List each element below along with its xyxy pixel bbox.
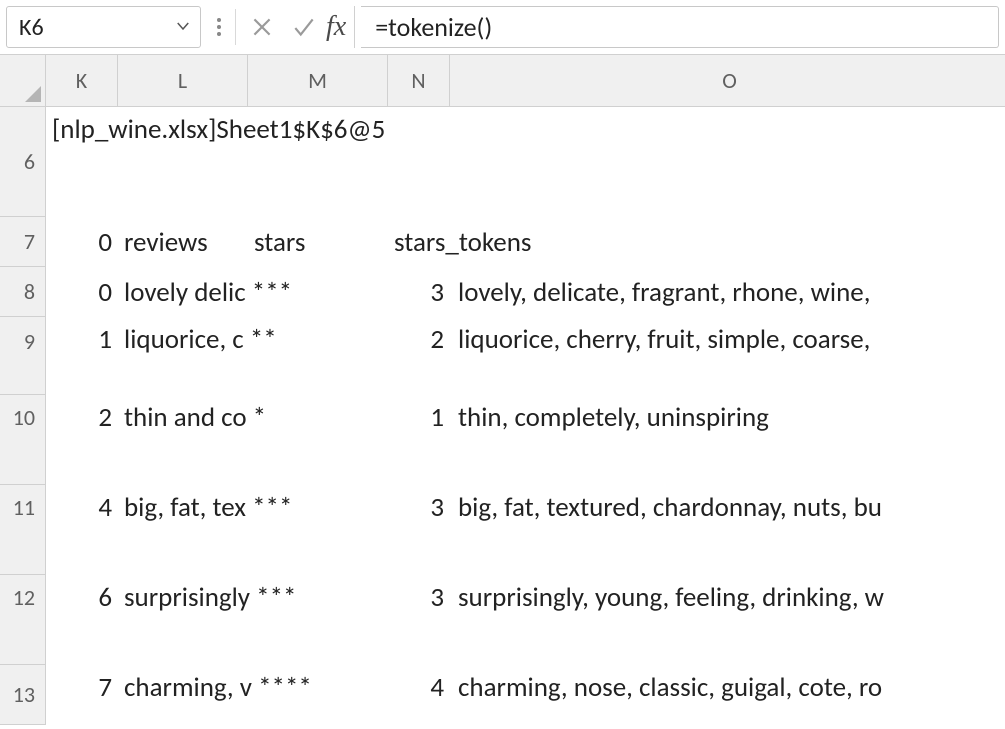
cell-O13[interactable]: charming, nose, classic, guigal, cote, r…	[450, 665, 1005, 725]
spreadsheet-grid[interactable]: K L M N O 6 [nlp_wine.xlsx]Sheet1$K$6@5 …	[0, 55, 1005, 725]
column-header-N[interactable]: N	[388, 55, 450, 107]
row-header-8[interactable]: 8	[0, 267, 46, 317]
divider	[235, 9, 236, 45]
cell-K11[interactable]: 4	[46, 485, 118, 575]
column-header-K[interactable]: K	[46, 55, 118, 107]
cell-O11[interactable]: big, fat, textured, chardonnay, nuts, bu	[450, 485, 1005, 575]
cell-O8[interactable]: lovely, delicate, fragrant, rhone, wine,	[450, 267, 1005, 317]
cell-K7[interactable]: 0	[46, 217, 118, 267]
cell-L8[interactable]: lovely delic ***	[118, 267, 248, 317]
cell-M7[interactable]: stars	[248, 217, 388, 267]
name-box-value: K6	[19, 13, 44, 42]
cell-K13[interactable]: 7	[46, 665, 118, 725]
more-menu-icon[interactable]	[209, 18, 229, 36]
cell-M8[interactable]	[248, 267, 388, 317]
column-header-M[interactable]: M	[248, 55, 388, 107]
cell-L12-text: surprisingly	[124, 581, 250, 614]
row-header-11[interactable]: 11	[0, 485, 46, 575]
cell-L11-text: big, fat, tex	[124, 491, 246, 524]
row-header-13[interactable]: 13	[0, 665, 46, 725]
cancel-formula-button[interactable]	[242, 7, 282, 47]
cell-O12[interactable]: surprisingly, young, feeling, drinking, …	[450, 575, 1005, 665]
cell-L11[interactable]: big, fat, tex ***	[118, 485, 248, 575]
cell-K9[interactable]: 1	[46, 317, 118, 395]
cell-L13-text: charming, v	[124, 671, 252, 704]
column-header-O[interactable]: O	[450, 55, 1005, 107]
formula-bar: K6 fx =tokenize()	[0, 0, 1005, 55]
cell-N13[interactable]: 4	[388, 665, 450, 725]
cell-M9[interactable]	[248, 317, 388, 395]
cell-N11[interactable]: 3	[388, 485, 450, 575]
name-box[interactable]: K6	[6, 6, 201, 48]
cell-N9[interactable]: 2	[388, 317, 450, 395]
select-all-corner[interactable]	[0, 55, 46, 107]
cell-O9[interactable]: liquorice, cherry, fruit, simple, coarse…	[450, 317, 1005, 395]
cell-M11[interactable]	[248, 485, 388, 575]
fx-icon[interactable]: fx	[326, 6, 355, 48]
cell-M12[interactable]	[248, 575, 388, 665]
row-header-10[interactable]: 10	[0, 395, 46, 485]
cell-L13[interactable]: charming, v ****	[118, 665, 248, 725]
formula-text: =tokenize()	[375, 11, 492, 43]
chevron-down-icon[interactable]	[174, 13, 192, 42]
formula-input[interactable]: =tokenize()	[361, 6, 999, 48]
row-header-12[interactable]: 12	[0, 575, 46, 665]
cell-M10[interactable]	[248, 395, 388, 485]
cell-K10[interactable]: 2	[46, 395, 118, 485]
cell-L9[interactable]: liquorice, c **	[118, 317, 248, 395]
row-header-6[interactable]: 6	[0, 107, 46, 217]
row-header-9[interactable]: 9	[0, 317, 46, 395]
cell-L7[interactable]: reviews	[118, 217, 248, 267]
cell-M13[interactable]	[248, 665, 388, 725]
row-header-7[interactable]: 7	[0, 217, 46, 267]
cell-N7[interactable]: stars_tokens	[388, 217, 450, 267]
column-header-L[interactable]: L	[118, 55, 248, 107]
cell-O7[interactable]	[450, 217, 1005, 267]
cell-N10[interactable]: 1	[388, 395, 450, 485]
cell-K12[interactable]: 6	[46, 575, 118, 665]
cell-L9-text: liquorice, c	[124, 323, 244, 356]
formula-controls: fx	[242, 6, 361, 48]
accept-formula-button[interactable]	[284, 7, 324, 47]
cell-K8[interactable]: 0	[46, 267, 118, 317]
cell-O10[interactable]: thin, completely, uninspiring	[450, 395, 1005, 485]
cell-L8-text: lovely delic	[124, 276, 246, 309]
cell-L10-text: thin and co	[124, 401, 247, 434]
cell-L10[interactable]: thin and co *	[118, 395, 248, 485]
merged-cell-K6[interactable]: [nlp_wine.xlsx]Sheet1$K$6@5	[46, 107, 1005, 217]
cell-L12[interactable]: surprisingly ***	[118, 575, 248, 665]
cell-N8[interactable]: 3	[388, 267, 450, 317]
cell-N12[interactable]: 3	[388, 575, 450, 665]
